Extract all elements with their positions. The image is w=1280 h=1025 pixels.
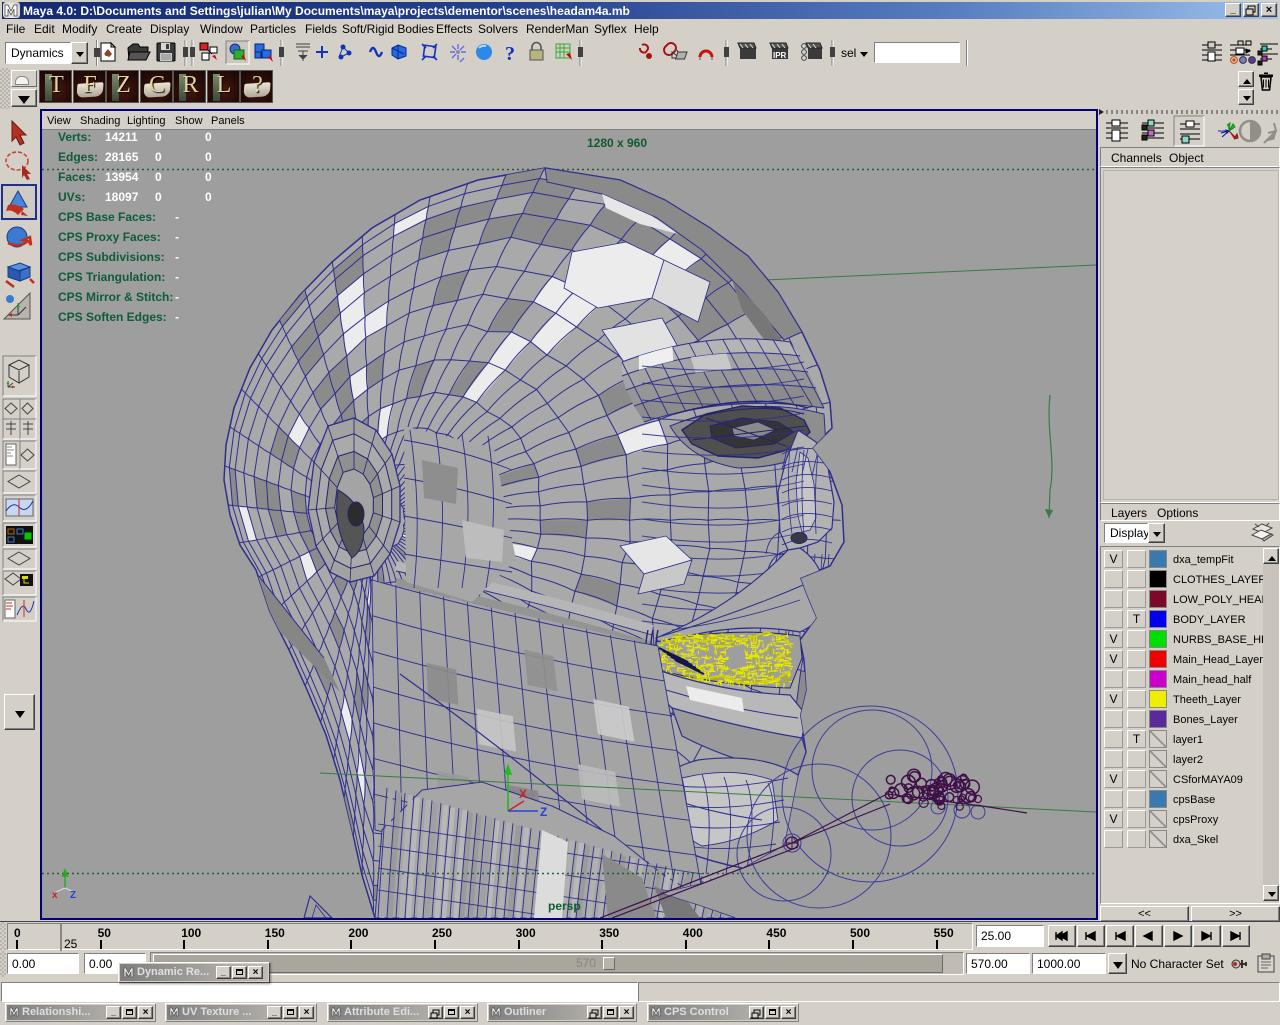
svg-text:0: 0 [155,130,162,144]
svg-text:14211: 14211 [105,130,138,144]
svg-text:18097: 18097 [105,190,139,204]
svg-text:CPS Base Faces:: CPS Base Faces: [58,210,156,224]
svg-text:0: 0 [205,190,212,204]
svg-text:-: - [175,250,179,264]
svg-text:0: 0 [205,150,212,164]
svg-text:?: ? [505,43,515,65]
svg-text:-: - [175,210,179,224]
svg-text:CPS Proxy Faces:: CPS Proxy Faces: [58,230,161,244]
svg-text:0: 0 [155,170,162,184]
svg-text:Z: Z [70,890,76,901]
svg-text:Z: Z [540,805,547,819]
svg-text:-: - [175,290,179,304]
svg-text:CPS Subdivisions:: CPS Subdivisions: [58,250,165,264]
svg-text:IPR: IPR [773,51,787,60]
svg-text:-: - [175,270,179,284]
svg-text:UVs:: UVs: [58,190,85,204]
svg-text:0: 0 [155,150,162,164]
svg-text:CPS Soften Edges:: CPS Soften Edges: [58,310,167,324]
svg-text:x: x [52,890,58,901]
svg-text:0: 0 [205,130,212,144]
svg-text:persp: persp [548,899,581,913]
svg-text:0: 0 [205,170,212,184]
svg-text:X: X [519,787,527,801]
svg-text:Faces:: Faces: [58,170,96,184]
svg-text:13954: 13954 [105,170,139,184]
svg-text:1280 x 960: 1280 x 960 [587,136,647,150]
svg-text:CPS Mirror & Stitch:: CPS Mirror & Stitch: [58,290,173,304]
svg-text:0: 0 [155,190,162,204]
svg-text:Verts:: Verts: [58,130,91,144]
svg-text:Edges:: Edges: [58,150,98,164]
svg-text:-: - [175,230,179,244]
svg-text:28165: 28165 [105,150,139,164]
svg-text:CPS Triangulation:: CPS Triangulation: [58,270,165,284]
svg-text:-: - [175,310,179,324]
